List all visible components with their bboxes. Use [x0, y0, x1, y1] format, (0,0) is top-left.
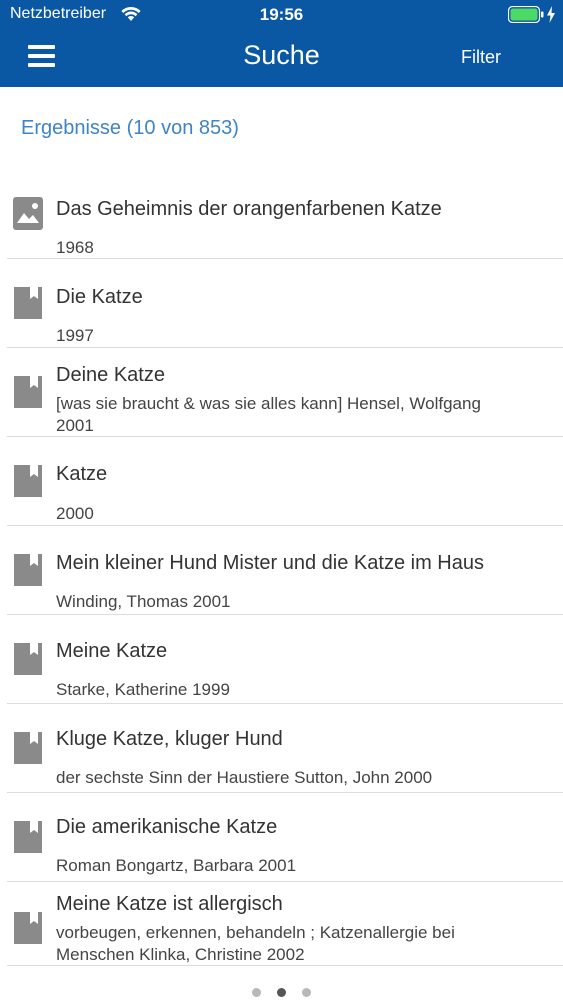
result-title: Kluge Katze, kluger Hund	[56, 728, 283, 750]
results-count: Ergebnisse (10 von 853)	[21, 117, 239, 139]
header: Netzbetreiber 19:56 Suche Filter	[0, 0, 563, 87]
result-title: Deine Katze	[56, 364, 165, 386]
list-item[interactable]: Deine Katze [was sie braucht & was sie a…	[7, 348, 563, 437]
result-subtitle: Winding, Thomas 2001	[56, 592, 231, 611]
result-title: Das Geheimnis der orangenfarbenen Katze	[56, 198, 442, 220]
result-title: Die amerikanische Katze	[56, 816, 278, 838]
result-title: Mein kleiner Hund Mister und die Katze i…	[56, 552, 484, 574]
result-subtitle: Roman Bongartz, Barbara 2001	[56, 856, 297, 875]
list-item[interactable]: Meine Katze Starke, Katherine 1999	[7, 615, 563, 704]
list-item[interactable]: Das Geheimnis der orangenfarbenen Katze …	[7, 170, 563, 259]
book-icon	[14, 287, 42, 319]
book-icon	[14, 465, 42, 497]
book-icon	[14, 912, 42, 944]
book-icon	[14, 821, 42, 853]
list-item[interactable]: Katze 2000	[7, 437, 563, 526]
status-time: 19:56	[259, 5, 304, 24]
result-title: Katze	[56, 463, 108, 485]
result-subtitle: 1968	[56, 238, 94, 257]
list-item[interactable]: Kluge Katze, kluger Hund der sechste Sin…	[7, 704, 563, 793]
book-icon	[14, 732, 42, 764]
result-title: Die Katze	[56, 286, 143, 308]
result-title: Meine Katze ist allergisch	[56, 893, 283, 915]
filter-button[interactable]: Filter	[461, 47, 501, 68]
list-item[interactable]: Die amerikanische Katze Roman Bongartz, …	[7, 793, 563, 882]
charging-icon	[547, 6, 555, 23]
list-item[interactable]: Die Katze 1997	[7, 259, 563, 348]
result-subtitle: Starke, Katherine 1999	[56, 680, 230, 699]
book-icon	[14, 643, 42, 675]
result-subtitle: 1997	[56, 326, 94, 345]
list-item[interactable]: Mein kleiner Hund Mister und die Katze i…	[7, 526, 563, 615]
book-icon	[14, 554, 42, 586]
result-subtitle: 2000	[56, 504, 94, 523]
result-subtitle: [was sie braucht & was sie alles kann] H…	[56, 394, 481, 435]
page-indicator[interactable]	[0, 984, 563, 997]
page-dot-active[interactable]	[277, 988, 286, 997]
page-dot[interactable]	[302, 988, 312, 997]
book-icon	[14, 376, 42, 408]
result-subtitle: der sechste Sinn der Haustiere Sutton, J…	[56, 768, 433, 787]
status-bar: Netzbetreiber 19:56	[0, 0, 563, 30]
result-title: Meine Katze	[56, 640, 168, 662]
page-dot[interactable]	[251, 988, 261, 997]
list-item[interactable]: Meine Katze ist allergisch vorbeugen, er…	[7, 882, 563, 966]
battery-icon	[508, 6, 544, 23]
image-icon	[13, 197, 43, 230]
result-subtitle: vorbeugen, erkennen, behandeln ; Katzena…	[56, 923, 455, 964]
nav-bar: Suche Filter	[0, 30, 563, 87]
